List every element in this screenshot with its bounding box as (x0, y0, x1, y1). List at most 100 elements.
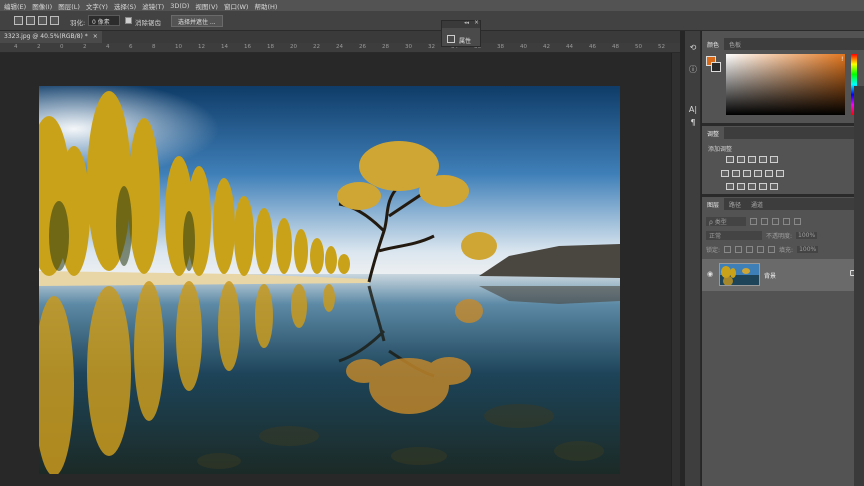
tab-adjustments[interactable]: 调整 (702, 127, 725, 139)
visibility-eye-icon[interactable]: ◉ (707, 270, 713, 278)
lock-fill-row: 锁定: 填充: 100% (706, 244, 819, 254)
ruler-tick-label: 40 (520, 44, 527, 50)
ruler-tick-label: 14 (221, 44, 228, 50)
feather-label: 羽化: (70, 19, 86, 27)
document-tab[interactable]: 3323.jpg @ 40.5%(RGB/8) * × (0, 31, 102, 43)
posterize-icon[interactable] (737, 183, 745, 190)
close-tab-icon[interactable]: × (93, 33, 98, 41)
brightness-icon[interactable] (726, 156, 734, 163)
menu-view[interactable]: 视图(V) (195, 1, 218, 11)
info-icon[interactable]: ⓘ (688, 65, 698, 75)
menu-select[interactable]: 选择(S) (114, 1, 136, 11)
invert-icon[interactable] (726, 183, 734, 190)
channel-mixer-icon[interactable] (765, 170, 773, 177)
intersect-selection-icon[interactable] (50, 16, 59, 25)
filter-pixel-icon[interactable] (750, 217, 757, 225)
menu-image[interactable]: 图像(I) (32, 1, 52, 11)
vibrance-icon[interactable] (770, 156, 778, 163)
add-selection-icon[interactable] (26, 16, 35, 25)
layer-filter-select[interactable]: ρ 类型 (706, 216, 746, 226)
canvas-vertical-scrollbar[interactable] (671, 53, 680, 486)
filter-shape-icon[interactable] (783, 217, 790, 225)
levels-icon[interactable] (737, 156, 745, 163)
top-ruler: 4 2 0 2 4 6 8 10 12 14 16 18 20 22 24 26 28 30 32 34 36 38 40 4… (0, 43, 680, 53)
filter-type-icon[interactable] (772, 217, 779, 225)
menu-3d[interactable]: 3D(D) (170, 2, 189, 10)
menu-type[interactable]: 文字(Y) (86, 1, 108, 11)
close-panel-icon[interactable]: × (474, 19, 479, 26)
gamut-warning-icon: ! (841, 56, 844, 63)
select-and-mask-button[interactable]: 选择并遮住 ... (171, 15, 223, 27)
tab-layers[interactable]: 图层 (702, 198, 725, 210)
feather-input[interactable]: 0 像素 (88, 15, 120, 26)
layer-name[interactable]: 背景 (764, 271, 776, 280)
new-selection-icon[interactable] (14, 16, 23, 25)
properties-icon (447, 35, 455, 43)
ruler-tick-label: 26 (359, 44, 366, 50)
filter-adjust-icon[interactable] (761, 217, 768, 225)
properties-panel[interactable]: ◂◂ × 属性 (441, 19, 481, 47)
ruler-tick-label: 22 (313, 44, 320, 50)
black-white-icon[interactable] (743, 170, 751, 177)
panel-scrollbar[interactable] (854, 86, 864, 486)
ruler-tick-label: 2 (83, 44, 87, 50)
ruler-tick-label: 12 (198, 44, 205, 50)
menu-filter[interactable]: 滤镜(T) (142, 1, 164, 11)
menu-edit[interactable]: 编辑(E) (4, 1, 26, 11)
threshold-icon[interactable] (748, 183, 756, 190)
document-tab-title: 3323.jpg @ 40.5%(RGB/8) * (4, 33, 88, 40)
tab-paths[interactable]: 路径 (724, 198, 746, 210)
exposure-icon[interactable] (759, 156, 767, 163)
collapse-icon[interactable]: ◂◂ (464, 20, 469, 26)
history-icon[interactable]: ⟲ (688, 43, 698, 53)
color-balance-icon[interactable] (732, 170, 740, 177)
fill-input[interactable]: 100% (797, 245, 819, 253)
selective-color-icon[interactable] (770, 183, 778, 190)
antialias-checkbox[interactable] (125, 17, 132, 24)
document-image[interactable] (39, 86, 620, 474)
color-lookup-icon[interactable] (776, 170, 784, 177)
lock-all-icon[interactable] (768, 245, 776, 253)
color-picker-field[interactable] (726, 54, 845, 115)
opacity-input[interactable]: 100% (796, 231, 818, 239)
canvas-area[interactable] (0, 53, 680, 486)
filter-smart-icon[interactable] (794, 217, 801, 225)
blend-mode-select[interactable]: 正常 (706, 230, 762, 240)
background-color-swatch[interactable] (711, 62, 721, 72)
paragraph-icon[interactable]: ¶ (688, 118, 698, 128)
tab-color[interactable]: 颜色 (702, 38, 725, 50)
menu-window[interactable]: 窗口(W) (224, 1, 249, 11)
right-panel-dock: 颜色 色板 ! 调整 添加调整 图层 路径 通道 ρ 类型 正常 不透明度: 1… (702, 31, 864, 486)
opacity-label: 不透明度: (766, 232, 793, 240)
ruler-tick-label: 6 (129, 44, 133, 50)
lock-pixels-icon[interactable] (735, 245, 743, 253)
layer-row-background[interactable]: ◉ 背景 (702, 259, 864, 291)
tab-channels[interactable]: 通道 (746, 198, 768, 210)
properties-panel-header[interactable]: ◂◂ × (442, 19, 480, 28)
layer-thumbnail (719, 263, 760, 286)
panel-divider (702, 194, 864, 197)
layers-panel-tabs: 图层 路径 通道 (702, 198, 864, 210)
panel-icon-strip: ⟲ ⓘ A| ¶ (685, 31, 701, 486)
curves-icon[interactable] (748, 156, 756, 163)
subtract-selection-icon[interactable] (38, 16, 47, 25)
photo-filter-icon[interactable] (754, 170, 762, 177)
ruler-tick-label: 32 (428, 44, 435, 50)
character-icon[interactable]: A| (688, 105, 698, 115)
tab-swatches[interactable]: 色板 (724, 38, 746, 50)
properties-label: 属性 (459, 38, 472, 45)
ruler-tick-label: 10 (175, 44, 182, 50)
ruler-tick-label: 44 (566, 44, 573, 50)
lock-position-icon[interactable] (746, 245, 754, 253)
lock-artboard-icon[interactable] (757, 245, 765, 253)
ruler-tick-label: 16 (244, 44, 251, 50)
options-bar: 羽化: 0 像素 消除锯齿 选择并遮住 ... (0, 11, 864, 31)
menu-help[interactable]: 帮助(H) (254, 1, 277, 11)
lock-transparent-icon[interactable] (724, 245, 732, 253)
hue-saturation-icon[interactable] (721, 170, 729, 177)
color-panel-tabs: 颜色 色板 (702, 38, 864, 50)
gradient-map-icon[interactable] (759, 183, 767, 190)
menu-layer[interactable]: 图层(L) (58, 1, 80, 11)
fill-label: 填充: (779, 246, 794, 254)
ruler-tick-label: 42 (543, 44, 550, 50)
